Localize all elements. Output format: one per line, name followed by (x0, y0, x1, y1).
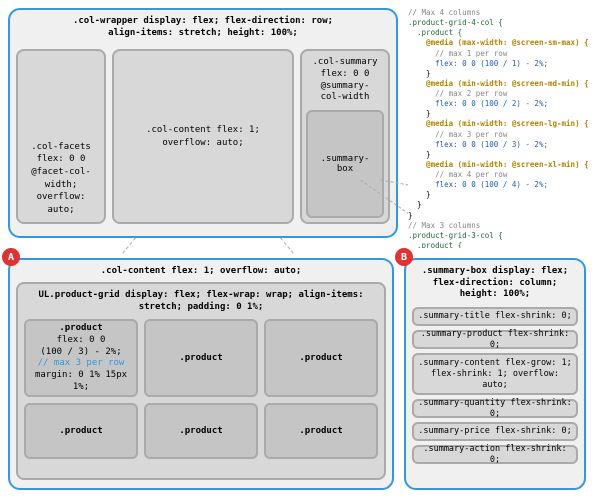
product-cell: .product (144, 403, 258, 459)
col-content-diagram: .col-content flex: 1; overflow: auto; UL… (8, 258, 394, 490)
summary-box-diagram: .summary-box display: flex;flex-directio… (404, 258, 586, 490)
product-cell: .product (24, 403, 138, 459)
summary-box-header: .summary-box display: flex;flex-directio… (412, 266, 578, 301)
col-content-box: .col-content flex: 1;overflow: auto; (112, 49, 294, 224)
callout-badge-b: B (395, 248, 413, 266)
less-code-panel: // Max 4 columns .product-grid-4-col { .… (408, 8, 588, 248)
summary-price-box: .summary-price flex-shrink: 0; (412, 422, 578, 441)
product-row: .product .product .product (24, 403, 378, 459)
summary-action-box: .summary-action flex-shrink: 0; (412, 445, 578, 464)
col-summary-label: .col-summaryflex: 0 0@summary-col-width (306, 55, 384, 106)
product-row: .product flex: 0 0(100 / 3) - 2%; // max… (24, 319, 378, 397)
product-cell-detailed: .product flex: 0 0(100 / 3) - 2%; // max… (24, 319, 138, 397)
col-facets-box: .col-facetsflex: 0 0@facet-col-width;ove… (16, 49, 106, 224)
summary-product-box: .summary-product flex-shrink: 0; (412, 330, 578, 349)
connector-line (122, 238, 136, 254)
callout-badge-a: A (2, 248, 20, 266)
col-wrapper-diagram: .col-wrapper display: flex; flex-directi… (8, 8, 398, 238)
product-cell: .product (264, 319, 378, 397)
product-cell: .product (264, 403, 378, 459)
col-content-header: .col-content flex: 1; overflow: auto; (16, 266, 386, 276)
product-cell: .product (144, 319, 258, 397)
product-grid-box: UL.product-grid display: flex; flex-wrap… (16, 282, 386, 480)
summary-quantity-box: .summary-quantity flex-shrink: 0; (412, 399, 578, 418)
col-wrapper-columns: .col-facetsflex: 0 0@facet-col-width;ove… (16, 49, 390, 224)
summary-title-box: .summary-title flex-shrink: 0; (412, 307, 578, 326)
connector-line (280, 238, 294, 254)
col-summary-box: .col-summaryflex: 0 0@summary-col-width … (300, 49, 390, 224)
summary-content-box: .summary-content flex-grow: 1;flex-shrin… (412, 353, 578, 395)
summary-box-inner: .summary-box (306, 110, 384, 218)
col-wrapper-label: .col-wrapper display: flex; flex-directi… (16, 16, 390, 39)
product-grid-label: UL.product-grid display: flex; flex-wrap… (24, 290, 378, 313)
